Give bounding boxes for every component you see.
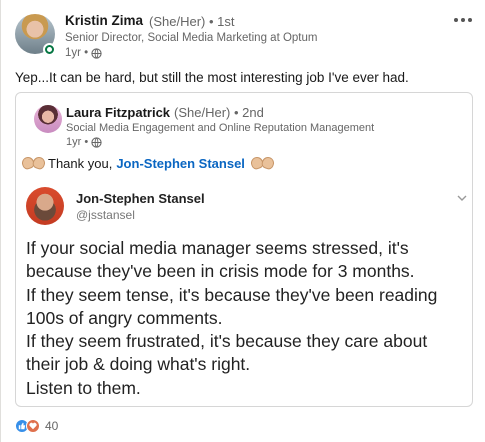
reaction-count: 40 (45, 419, 59, 433)
love-icon (26, 419, 40, 433)
tweet-line: If your social media manager seems stres… (26, 238, 409, 258)
post-time-text: 1yr • (65, 47, 89, 59)
tweet-author-avatar (26, 187, 64, 225)
tweet-image: Jon-Stephen Stansel @jsstansel If your s… (22, 181, 468, 403)
author-headline: Senior Director, Social Media Marketing … (65, 32, 318, 44)
tweet-text: If your social media manager seems stres… (26, 237, 464, 400)
tweet-line: 100s of angry comments. (26, 307, 223, 328)
tweet-author-name: Jon-Stephen Stansel (76, 191, 205, 206)
feed-post-card: Kristin Zima (She/Her) • 1st Senior Dire… (0, 0, 485, 442)
tweet-line: their job & doing what's right. (26, 354, 251, 375)
mention-link[interactable]: Jon-Stephen Stansel (116, 156, 245, 171)
tweet-author-handle: @jsstansel (76, 208, 135, 222)
globe-icon (91, 136, 102, 148)
author-name[interactable]: Kristin Zima (65, 13, 143, 28)
tweet-line: because they've been in crisis mode for … (26, 261, 415, 282)
clapping-hands-icon (249, 155, 277, 171)
clapping-hands-icon (20, 155, 48, 171)
quoted-post-timestamp: 1yr • (66, 136, 102, 148)
online-status-icon (43, 43, 56, 56)
quoted-author-name[interactable]: Laura Fitzpatrick (66, 105, 170, 120)
more-options-button[interactable] (452, 12, 474, 28)
author-connection-meta: (She/Her) • 1st (149, 14, 235, 29)
post-timestamp: 1yr • (65, 47, 102, 59)
quoted-post[interactable]: Laura Fitzpatrick (She/Her) • 2nd Social… (15, 92, 473, 407)
quoted-author-headline: Social Media Engagement and Online Reput… (66, 122, 375, 134)
dot-icon (468, 18, 472, 22)
tweet-line: If they seem tense, it's because they've… (26, 284, 438, 305)
quoted-time-text: 1yr • (66, 136, 89, 148)
chevron-down-icon (457, 195, 467, 201)
post-body-text: Yep...It can be hard, but still the most… (15, 70, 409, 85)
quoted-author-avatar[interactable] (34, 105, 62, 133)
tweet-line: If they seem frustrated, it's because th… (26, 331, 428, 352)
quoted-author-meta: (She/Her) • 2nd (174, 105, 264, 120)
thanks-text: Thank you, (48, 155, 113, 171)
tweet-line: Listen to them. (26, 377, 141, 398)
dot-icon (454, 18, 458, 22)
quoted-post-text: Thank you, Jon-Stephen Stansel (20, 155, 277, 171)
globe-icon (91, 47, 102, 59)
reactions-summary[interactable]: 40 (15, 419, 58, 433)
dot-icon (461, 18, 465, 22)
